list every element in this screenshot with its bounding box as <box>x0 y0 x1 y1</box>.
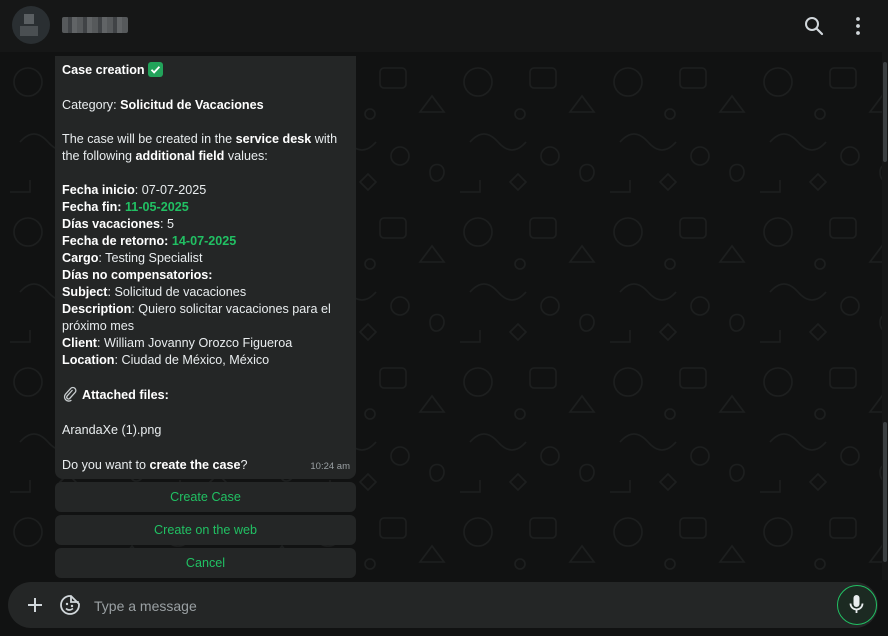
intro-line-1: The case will be created in the service … <box>62 132 338 146</box>
scroll-thumb-secondary[interactable] <box>883 422 887 562</box>
menu-icon[interactable] <box>846 14 870 38</box>
create-on-web-button[interactable]: Create on the web <box>55 515 356 545</box>
message-bubble[interactable]: Case creation Category: Solicitud de Vac… <box>55 56 356 479</box>
field-client: Client: William Jovanny Orozco Figueroa <box>62 336 293 350</box>
field-dias-vacaciones: Días vacaciones: 5 <box>62 217 175 231</box>
attached-files-label: Attached files: <box>62 386 169 404</box>
sticker-icon[interactable] <box>58 593 82 617</box>
plus-icon[interactable] <box>23 593 47 617</box>
composer <box>8 582 878 628</box>
field-subject: Subject: Solicitud de vacaciones <box>62 285 247 299</box>
field-location: Location: Ciudad de México, México <box>62 353 270 367</box>
contact-name-blurred[interactable] <box>62 17 128 33</box>
contact-avatar[interactable] <box>12 6 50 44</box>
message-title: Case creation <box>62 62 163 79</box>
field-fecha-inicio: Fecha inicio: 07-07-2025 <box>62 183 207 197</box>
paperclip-icon <box>62 386 78 402</box>
microphone-button[interactable] <box>837 585 877 625</box>
field-description: Description: Quiero solicitar vacaciones… <box>62 302 331 316</box>
search-icon[interactable] <box>802 14 826 38</box>
message-input[interactable] <box>92 592 796 620</box>
chat-header <box>0 0 888 52</box>
field-cargo: Cargo: Testing Specialist <box>62 251 203 265</box>
intro-line-2: the following additional field values: <box>62 149 268 163</box>
chat-area[interactable]: Case creation Category: Solicitud de Vac… <box>0 52 882 580</box>
field-fecha-retorno: Fecha de retorno: 14-07-2025 <box>62 234 237 248</box>
field-description-cont: próximo mes <box>62 319 135 333</box>
composer-bar <box>0 580 888 636</box>
field-fecha-fin: Fecha fin: 11-05-2025 <box>62 200 189 214</box>
chat-scrollbar[interactable] <box>882 52 888 580</box>
question-line: Do you want to create the case? <box>62 458 248 472</box>
create-case-button[interactable]: Create Case <box>55 482 356 512</box>
check-mark-icon <box>147 62 163 77</box>
attachment-name[interactable]: ArandaXe (1).png <box>62 422 161 439</box>
scroll-thumb[interactable] <box>883 62 887 162</box>
message-time: 10:24 am <box>310 461 350 472</box>
field-dias-no-compensatorios: Días no compensatorios: <box>62 268 213 282</box>
cancel-button[interactable]: Cancel <box>55 548 356 578</box>
category-line: Category: Solicitud de Vacaciones <box>62 98 264 112</box>
microphone-icon <box>849 595 864 613</box>
